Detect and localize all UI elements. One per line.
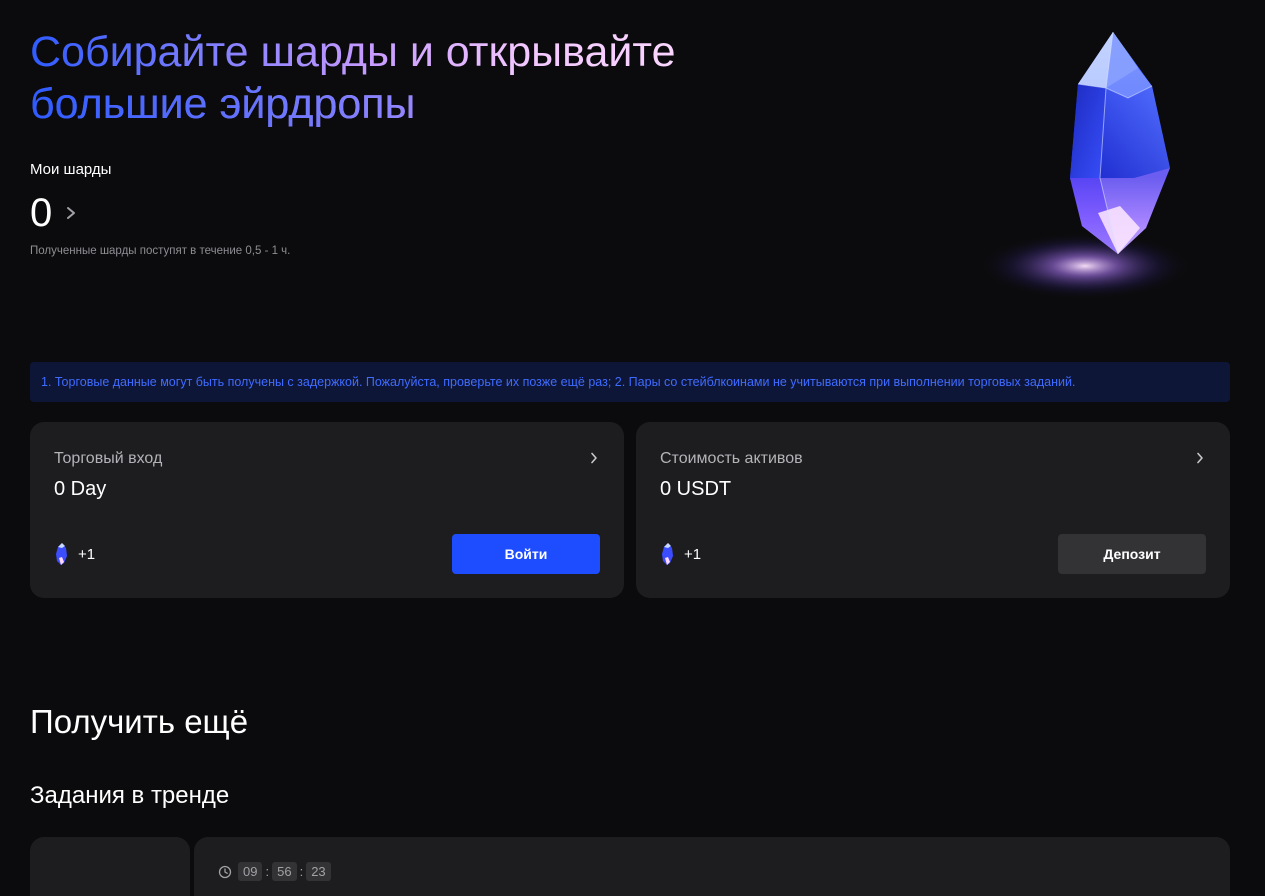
crystal-illustration <box>970 28 1200 313</box>
crystal-icon <box>56 543 67 565</box>
hero-title: Собирайте шарды и открывайте большие эйр… <box>30 26 790 130</box>
page: Собирайте шарды и открывайте большие эйр… <box>0 0 1265 896</box>
crystal-icon <box>662 543 673 565</box>
countdown-timer: 09 : 56 : 23 <box>218 862 331 881</box>
reward: +1 <box>54 542 95 566</box>
deposit-button[interactable]: Депозит <box>1058 534 1206 574</box>
crystal-icon <box>977 31 1193 300</box>
card-title: Стоимость активов <box>660 450 803 467</box>
shards-delivery-note: Полученные шарды поступят в течение 0,5 … <box>30 245 291 257</box>
my-shards-link[interactable]: 0 <box>30 190 76 236</box>
chevron-right-icon[interactable] <box>1196 452 1204 464</box>
timer-separator: : <box>299 864 304 879</box>
hero-title-line1: Собирайте шарды и открывайте <box>30 28 676 76</box>
login-button[interactable]: Войти <box>452 534 600 574</box>
clock-icon <box>218 865 232 878</box>
timer-minutes: 56 <box>272 862 297 881</box>
get-more-title: Получить ещё <box>30 703 249 740</box>
trending-tasks-title: Задания в тренде <box>30 782 230 809</box>
card-value: 0 USDT <box>660 478 732 500</box>
reward-text: +1 <box>684 545 702 563</box>
trading-notice-banner: 1. Торговые данные могут быть получены с… <box>30 362 1230 402</box>
card-title: Торговый вход <box>54 450 163 467</box>
reward-text: +1 <box>78 545 96 563</box>
trading-login-card: Торговый вход 0 Day +1 Войти <box>30 422 624 598</box>
my-shards-label: Мои шарды <box>30 161 112 178</box>
my-shards-value: 0 <box>30 191 53 235</box>
chevron-right-icon[interactable] <box>590 452 598 464</box>
timer-hours: 09 <box>238 862 263 881</box>
task-thumbnail[interactable] <box>30 837 190 896</box>
chevron-right-icon <box>67 207 76 219</box>
asset-value-card: Стоимость активов 0 USDT +1 Депозит <box>636 422 1230 598</box>
reward: +1 <box>660 542 701 566</box>
timer-separator: : <box>265 864 270 879</box>
timer-seconds: 23 <box>306 862 331 881</box>
card-value: 0 Day <box>54 478 107 500</box>
trending-task-card[interactable]: 09 : 56 : 23 <box>194 837 1230 896</box>
hero-title-line2: большие эйрдропы <box>30 78 790 130</box>
